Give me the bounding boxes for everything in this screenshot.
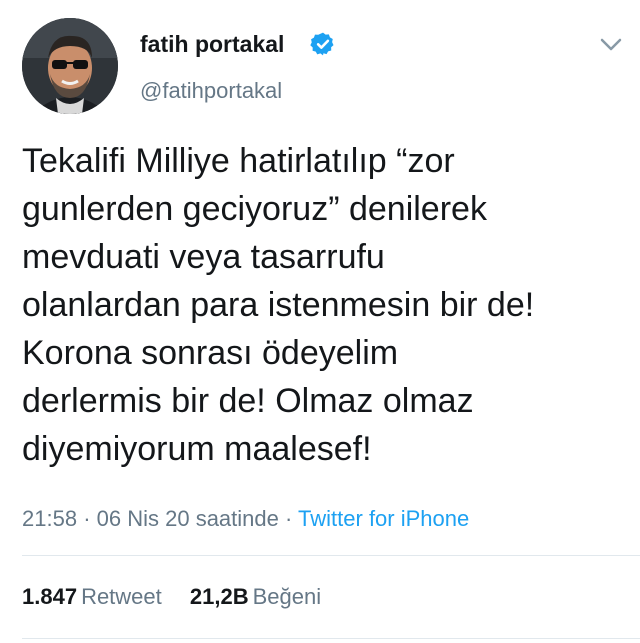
divider (22, 638, 640, 639)
tweet-source-link[interactable]: Twitter for iPhone (298, 506, 469, 531)
meta-separator: · (83, 506, 91, 531)
author-name[interactable]: fatih portakal (140, 30, 284, 58)
retweets-label: Retweet (81, 584, 162, 609)
tweet-card: fatih portakal @fatihportakal Tekalifi M… (0, 0, 640, 643)
avatar[interactable] (22, 18, 118, 114)
likes-label: Beğeni (252, 584, 322, 609)
profile-photo-icon (22, 18, 118, 114)
tweet-date: 06 Nis 20 saatinde (96, 506, 279, 531)
tweet-stats: 1.847 Retweet 21,2B Beğeni (22, 583, 343, 611)
verified-badge-icon (310, 32, 334, 56)
likes-stat[interactable]: 21,2B Beğeni (190, 583, 321, 611)
tweet-time: 21:58 (22, 506, 78, 531)
retweets-stat[interactable]: 1.847 Retweet (22, 583, 162, 611)
meta-separator: · (285, 506, 293, 531)
likes-count: 21,2B (189, 584, 249, 609)
tweet-text: Tekalifi Milliye hatirlatılıp “zor gunle… (22, 142, 535, 468)
divider (22, 555, 640, 556)
retweets-count: 1.847 (22, 584, 78, 609)
author-handle[interactable]: @fatihportakal (140, 78, 282, 104)
tweet-meta: 21:58 · 06 Nis 20 saatinde · Twitter for… (22, 505, 469, 533)
chevron-down-icon[interactable] (598, 34, 624, 54)
